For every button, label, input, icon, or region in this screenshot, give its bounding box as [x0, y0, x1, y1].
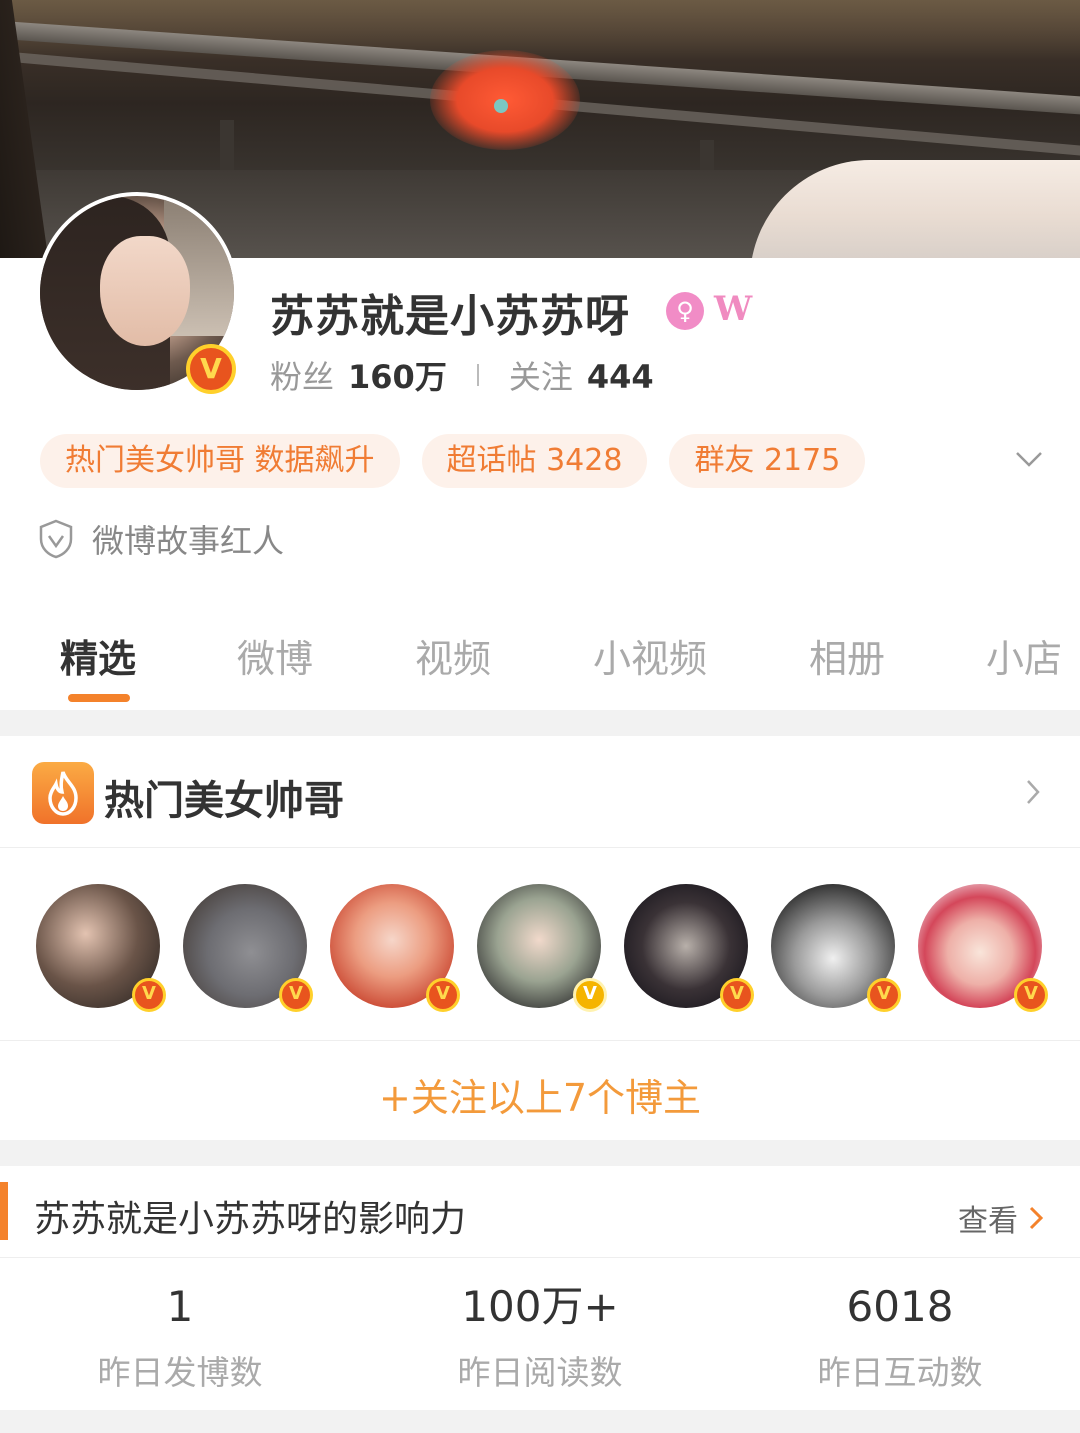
metric-value: 1 — [166, 1282, 194, 1331]
following-stat[interactable]: 关注 444 — [509, 352, 654, 398]
metric-interactions: 6018 昨日互动数 — [720, 1280, 1080, 1394]
fire-icon — [32, 762, 94, 824]
tab-shop[interactable]: 小店 — [986, 628, 1062, 683]
section-divider — [0, 1410, 1080, 1433]
female-icon: ♀ — [666, 292, 704, 330]
section-divider — [0, 1140, 1080, 1166]
w-member-icon[interactable]: W — [714, 289, 752, 329]
verified-badge-icon: V — [1014, 978, 1048, 1012]
chevron-right-icon — [1027, 780, 1040, 804]
tab-featured[interactable]: 精选 — [60, 628, 136, 683]
metric-reads: 100万+ 昨日阅读数 — [360, 1280, 720, 1394]
tag-super-topic[interactable]: 超话帖 3428 — [421, 434, 648, 488]
tab-weibo[interactable]: 微博 — [237, 628, 313, 683]
story-badge[interactable]: 微博故事红人 — [38, 516, 284, 562]
tab-short-video[interactable]: 小视频 — [593, 628, 707, 683]
influence-metrics: 1 昨日发博数 100万+ 昨日阅读数 6018 昨日互动数 — [0, 1280, 1080, 1394]
cover-sky — [0, 0, 1080, 60]
verified-badge-icon: V — [279, 978, 313, 1012]
verified-badge-icon: V — [867, 978, 901, 1012]
fans-count: 160万 — [348, 358, 447, 396]
tag-hot-rank[interactable]: 热门美女帅哥 数据飙升 — [40, 434, 400, 488]
tab-video[interactable]: 视频 — [415, 628, 491, 683]
metric-value: 6018 — [846, 1282, 954, 1331]
chevron-right-icon — [1029, 1206, 1044, 1230]
tag-group-friends[interactable]: 群友 2175 — [669, 434, 866, 488]
chevron-down-icon[interactable] — [1014, 444, 1044, 474]
fans-label: 粉丝 — [270, 358, 335, 396]
profile-name: 苏苏就是小苏苏呀 — [270, 291, 630, 342]
follow-all-row: +关注以上7个博主 — [0, 1040, 1080, 1140]
metric-label: 昨日互动数 — [817, 1353, 983, 1392]
cover-sun-dot — [494, 99, 508, 113]
metric-label: 昨日阅读数 — [457, 1353, 623, 1392]
verified-badge-icon: V — [426, 978, 460, 1012]
profile-tabs: 精选 微博 视频 小视频 相册 小店 — [0, 628, 1080, 708]
fans-stat[interactable]: 粉丝 160万 — [270, 352, 447, 398]
metric-label: 昨日发博数 — [97, 1353, 263, 1392]
influence-title: 苏苏就是小苏苏呀的影响力 — [34, 1199, 467, 1240]
recommended-bloggers: V V V V V V V — [36, 884, 1080, 1014]
metric-posts: 1 昨日发博数 — [0, 1280, 360, 1394]
profile-tags: 热门美女帅哥 数据飙升 超话帖 3428 群友 2175 — [40, 434, 887, 488]
follow-all-button[interactable]: +关注以上7个博主 — [0, 1067, 1080, 1122]
view-influence-link[interactable]: 查看 — [958, 1196, 1044, 1240]
following-count: 444 — [586, 358, 654, 396]
avatar-face — [100, 236, 190, 346]
verified-badge-icon: V — [720, 978, 754, 1012]
tab-album[interactable]: 相册 — [809, 628, 885, 683]
verified-badge-gold-icon: V — [573, 978, 607, 1012]
active-tab-indicator — [68, 694, 130, 702]
shield-icon — [39, 519, 73, 559]
verified-badge-icon: V — [186, 344, 236, 394]
influence-accent-bar — [0, 1182, 8, 1240]
section-divider — [0, 710, 1080, 736]
hot-section-title: 热门美女帅哥 — [104, 778, 344, 824]
story-label: 微博故事红人 — [92, 522, 285, 560]
hot-section-header[interactable]: 热门美女帅哥 — [0, 736, 1080, 848]
profile-stats: 粉丝 160万 关注 444 — [270, 352, 654, 398]
verified-badge-icon: V — [132, 978, 166, 1012]
stats-divider — [476, 364, 479, 386]
influence-header: 苏苏就是小苏苏呀的影响力 查看 — [0, 1166, 1080, 1258]
view-link-label: 查看 — [958, 1204, 1018, 1239]
following-label: 关注 — [508, 358, 573, 396]
metric-value: 100万+ — [461, 1282, 619, 1331]
